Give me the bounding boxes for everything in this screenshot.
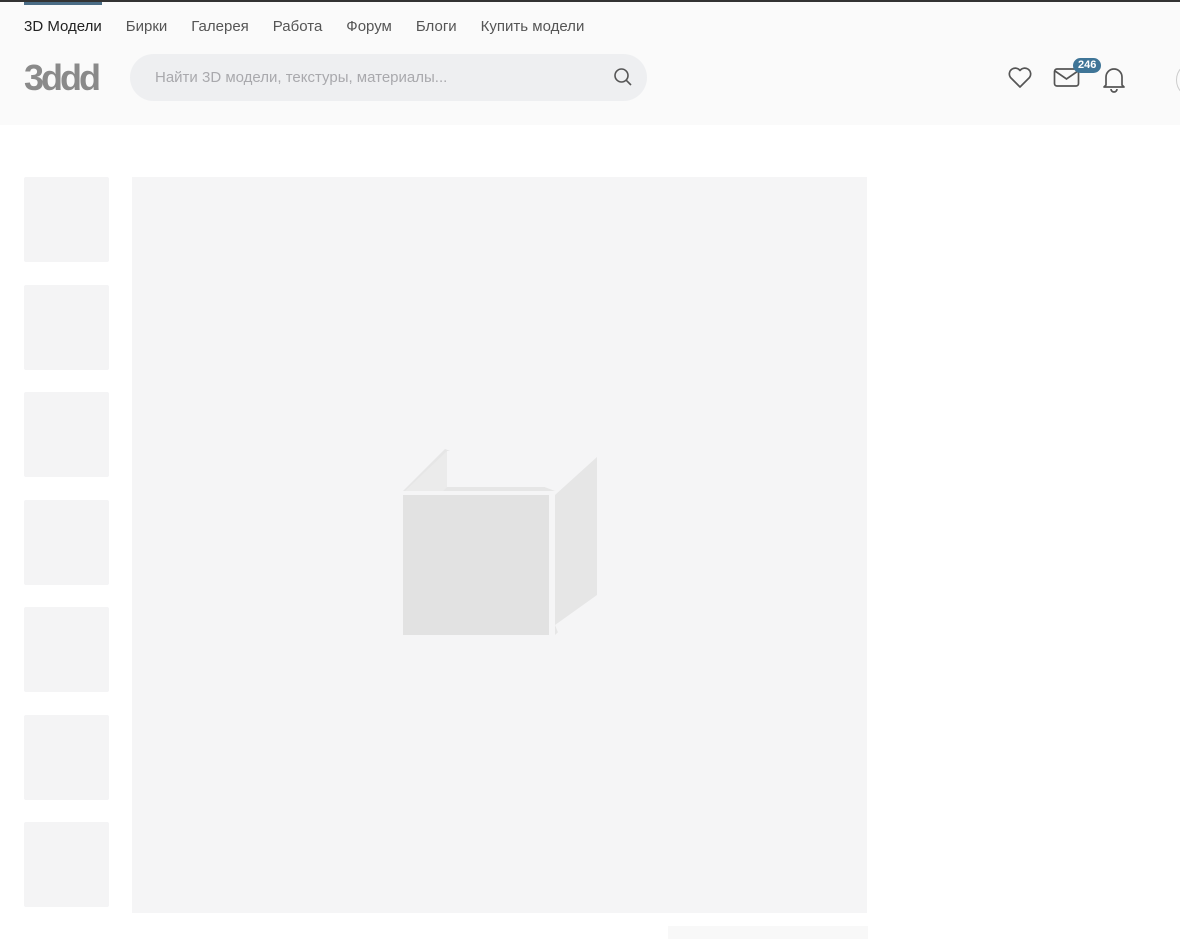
- nav-item-gallery[interactable]: Галерея: [191, 2, 249, 52]
- nav-item-forum[interactable]: Форум: [346, 2, 392, 52]
- search-icon[interactable]: [613, 67, 633, 92]
- user-avatar[interactable]: [1176, 62, 1180, 98]
- info-panel: [668, 926, 868, 939]
- nav-item-buy-models[interactable]: Купить модели: [481, 2, 585, 52]
- search-input[interactable]: [153, 68, 597, 87]
- main-nav: 3D Модели Бирки Галерея Работа Форум Бло…: [24, 2, 608, 52]
- thumbnail[interactable]: [24, 284, 109, 370]
- search-bar: [130, 54, 647, 101]
- messages-badge: 246: [1073, 58, 1102, 73]
- nav-item-blogs[interactable]: Блоги: [416, 2, 457, 52]
- nav-item-3d-models[interactable]: 3D Модели: [24, 2, 102, 52]
- thumbnail-list: [24, 177, 109, 930]
- bell-icon[interactable]: [1101, 65, 1127, 98]
- thumbnail[interactable]: [24, 392, 109, 477]
- nav-item-jobs[interactable]: Работа: [273, 2, 323, 52]
- thumbnail[interactable]: [24, 822, 109, 907]
- thumbnail[interactable]: [24, 499, 109, 585]
- site-logo[interactable]: 3ddd: [24, 60, 101, 96]
- thumbnail[interactable]: [24, 177, 109, 262]
- thumbnail[interactable]: [24, 714, 109, 800]
- thumbnail[interactable]: [24, 607, 109, 692]
- site-header: 3D Модели Бирки Галерея Работа Форум Бло…: [0, 2, 1180, 125]
- heart-icon[interactable]: [1007, 66, 1033, 95]
- main-preview[interactable]: [132, 177, 867, 913]
- cube-placeholder-icon: [402, 448, 597, 642]
- nav-item-tags[interactable]: Бирки: [126, 2, 168, 52]
